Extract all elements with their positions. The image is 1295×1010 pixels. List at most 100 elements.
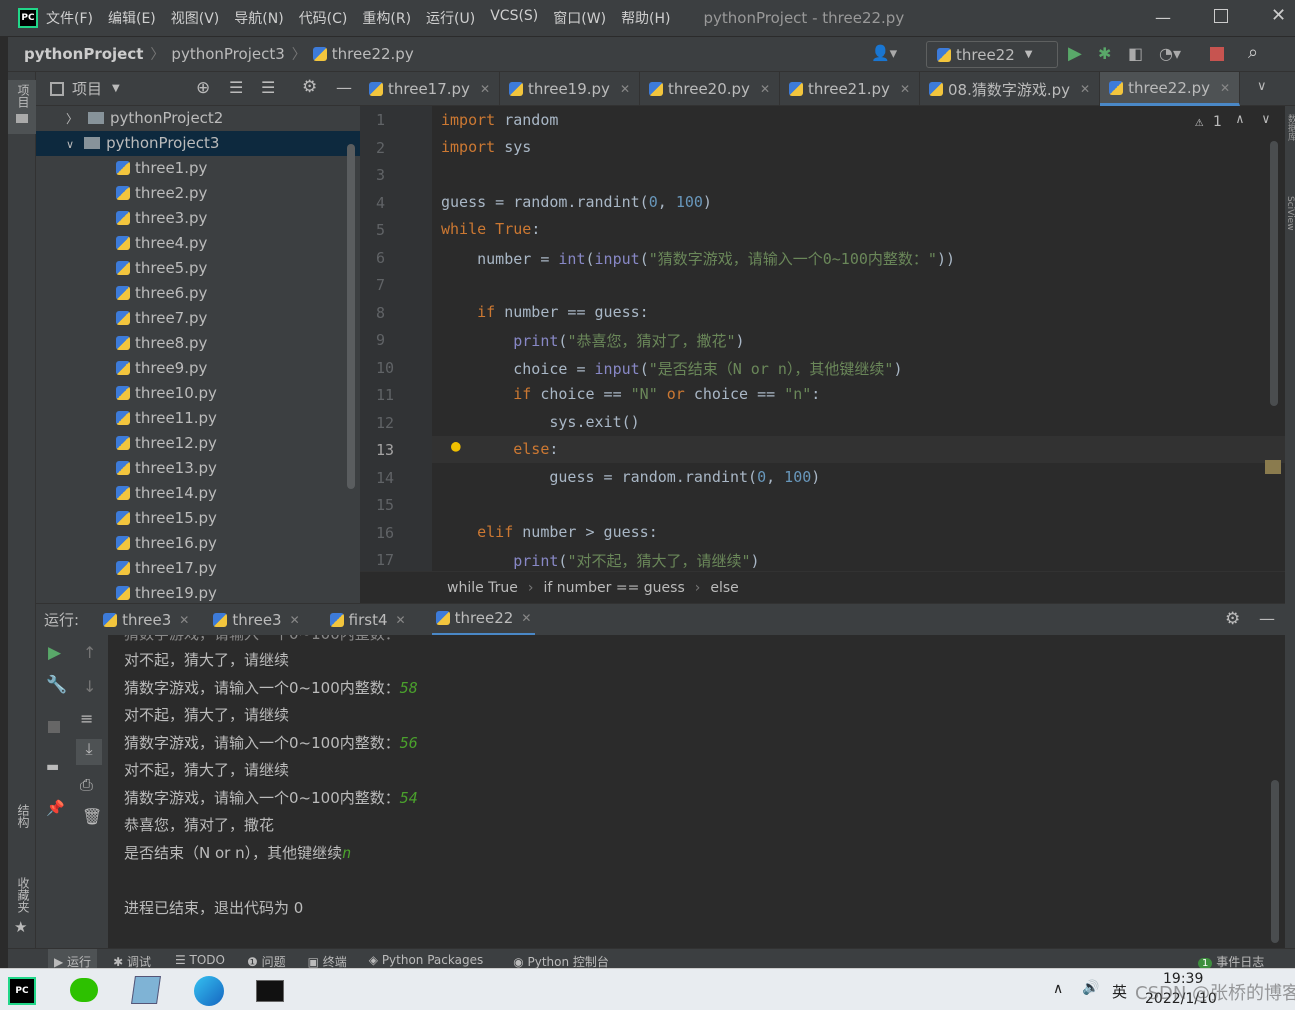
console-scrollbar[interactable] [1271,780,1279,943]
menu-help[interactable]: 帮助(H) [621,8,670,28]
run-tool-tab[interactable]: ▶ 运行 [48,949,98,968]
gear-icon[interactable]: ⚙ [1225,609,1240,629]
next-highlight-icon[interactable]: ∨ [1262,112,1270,127]
prev-highlight-icon[interactable]: ∧ [1236,112,1244,127]
tree-file-item[interactable]: three17.py [116,556,217,581]
structure-tool-label[interactable]: 结构 [15,804,32,828]
tree-file-item[interactable]: three11.py [116,406,217,431]
close-icon[interactable]: ✕ [1271,5,1286,26]
run-tab-first4[interactable]: first4 ✕ [329,611,406,629]
debug-icon[interactable]: ✱ [1098,44,1111,63]
user-icon[interactable]: 👤▾ [871,44,897,62]
hide-icon[interactable]: — [336,78,352,97]
pycharm-taskbar-icon[interactable]: PC [8,977,36,1005]
tree-file-item[interactable]: three4.py [116,231,207,256]
menu-navigate[interactable]: 导航(N) [234,8,283,28]
collapse-all-icon[interactable]: ☰ [261,78,275,97]
gear-icon[interactable]: ⚙ [302,77,317,97]
debug-tool-tab[interactable]: ✱ 调试 [113,949,151,968]
run-config-select[interactable]: three22 ▼ [926,41,1058,68]
notepad-taskbar-icon[interactable] [131,976,161,1004]
profile-icon[interactable]: ◔▾ [1159,44,1181,63]
run-tab-three22[interactable]: three22 ✕ [431,604,536,636]
wechat-taskbar-icon[interactable] [70,978,98,1002]
tree-file-item[interactable]: three3.py [116,206,207,231]
up-arrow-icon[interactable]: ↑ [83,643,96,662]
lightbulb-icon[interactable]: ● [451,436,461,455]
menu-run[interactable]: 运行(U) [426,8,475,28]
tree-file-item[interactable]: three6.py [116,281,207,306]
minimize-icon[interactable]: — [1155,8,1171,27]
tree-file-item[interactable]: three5.py [116,256,207,281]
close-tab-icon[interactable]: ✕ [480,82,490,96]
tree-file-item[interactable]: three15.py [116,506,217,531]
tree-folder-pythonproject2[interactable]: 〉 pythonProject2 [66,106,223,131]
breadcrumb-file[interactable]: three22.py [332,45,414,63]
close-tab-icon[interactable]: ✕ [1080,82,1090,96]
trash-icon[interactable]: 🗑 [82,807,102,826]
locate-icon[interactable]: ⊕ [196,78,210,98]
menu-file[interactable]: 文件(F) [46,8,93,28]
tree-file-item[interactable]: three13.py [116,456,217,481]
run-tab-three3-a[interactable]: three3 ✕ [103,611,189,629]
packages-tool-tab[interactable]: ◈ Python Packages [369,949,483,967]
terminal-tool-tab[interactable]: ▣ 终端 [308,949,347,968]
tree-file-item[interactable]: three1.py [116,156,207,181]
search-icon[interactable]: ⌕ [1248,42,1258,63]
edge-taskbar-icon[interactable] [194,976,224,1006]
tree-file-item[interactable]: three16.py [116,531,217,556]
crumb-while[interactable]: while True [447,580,518,596]
menu-vcs[interactable]: VCS(S) [490,8,538,28]
rerun-icon[interactable]: ▶ [48,643,61,663]
breadcrumb-root[interactable]: pythonProject [24,45,143,63]
favorites-tool-label[interactable]: 收藏夹 [15,877,32,913]
tree-file-item[interactable]: three10.py [116,381,217,406]
close-tab-icon[interactable]: ✕ [179,613,189,627]
menu-view[interactable]: 视图(V) [171,8,220,28]
stop-icon[interactable] [1210,47,1224,61]
problems-tool-tab[interactable]: ❶ 问题 [247,949,286,968]
crumb-if[interactable]: if number == guess [544,580,685,596]
close-tab-icon[interactable]: ✕ [900,82,910,96]
console-tool-tab[interactable]: ◉ Python 控制台 [513,949,609,968]
tree-folder-pythonproject3[interactable]: ∨ pythonProject3 [36,131,360,156]
menu-edit[interactable]: 编辑(E) [108,8,156,28]
wrench-icon[interactable]: 🔧 [46,675,67,695]
tree-file-item[interactable]: three7.py [116,306,207,331]
console-output[interactable]: 猜数字游戏，请输入一个0~100内整数： 对不起，猜大了，请继续猜数字游戏，请输… [108,635,1285,948]
tree-file-item[interactable]: three8.py [116,331,207,356]
todo-tool-tab[interactable]: ☰ TODO [175,949,225,967]
tab-guess-game[interactable]: 08.猜数字游戏.py ✕ [920,72,1101,106]
close-tab-icon[interactable]: ✕ [1220,81,1230,95]
event-log-tab[interactable]: 1 事件日志 [1198,953,1264,968]
run-icon[interactable]: ▶ [1068,43,1082,64]
menu-code[interactable]: 代码(C) [299,8,348,28]
editor-scrollbar[interactable] [1270,141,1278,406]
hide-icon[interactable]: — [1259,609,1275,628]
breadcrumb-folder[interactable]: pythonProject3 [171,45,284,63]
close-tab-icon[interactable]: ✕ [760,82,770,96]
tree-file-item[interactable]: three2.py [116,181,207,206]
dropdown-icon[interactable]: ▼ [112,83,120,94]
warning-icon[interactable]: ⚠ [1195,114,1203,130]
coverage-icon[interactable]: ◧ [1128,44,1143,63]
sciview-tool-label[interactable]: SciView [1285,196,1295,231]
code-editor[interactable]: 1 2 3 4 5 6 7 8 9 10 11 12 13 14 15 16 17 import random … [360,106,1285,571]
terminal-taskbar-icon[interactable] [256,980,284,1002]
soft-wrap-icon[interactable]: ≡ [80,709,93,728]
tree-file-item[interactable]: three12.py [116,431,217,456]
print-icon[interactable]: ⎙ [80,775,93,795]
crumb-else[interactable]: else [710,580,738,596]
tree-file-item[interactable]: three9.py [116,356,207,381]
tree-scrollbar[interactable] [347,144,355,489]
close-tab-icon[interactable]: ✕ [290,613,300,627]
menu-refactor[interactable]: 重构(R) [362,8,411,28]
close-tab-icon[interactable]: ✕ [396,613,406,627]
stop-icon[interactable] [48,721,60,733]
maximize-icon[interactable] [1214,9,1228,23]
close-tab-icon[interactable]: ✕ [521,611,531,625]
menu-window[interactable]: 窗口(W) [553,8,606,28]
input-language[interactable]: 英 [1112,981,1127,1002]
tree-file-item[interactable]: three14.py [116,481,217,506]
volume-icon[interactable]: 🔊 [1082,980,1099,996]
